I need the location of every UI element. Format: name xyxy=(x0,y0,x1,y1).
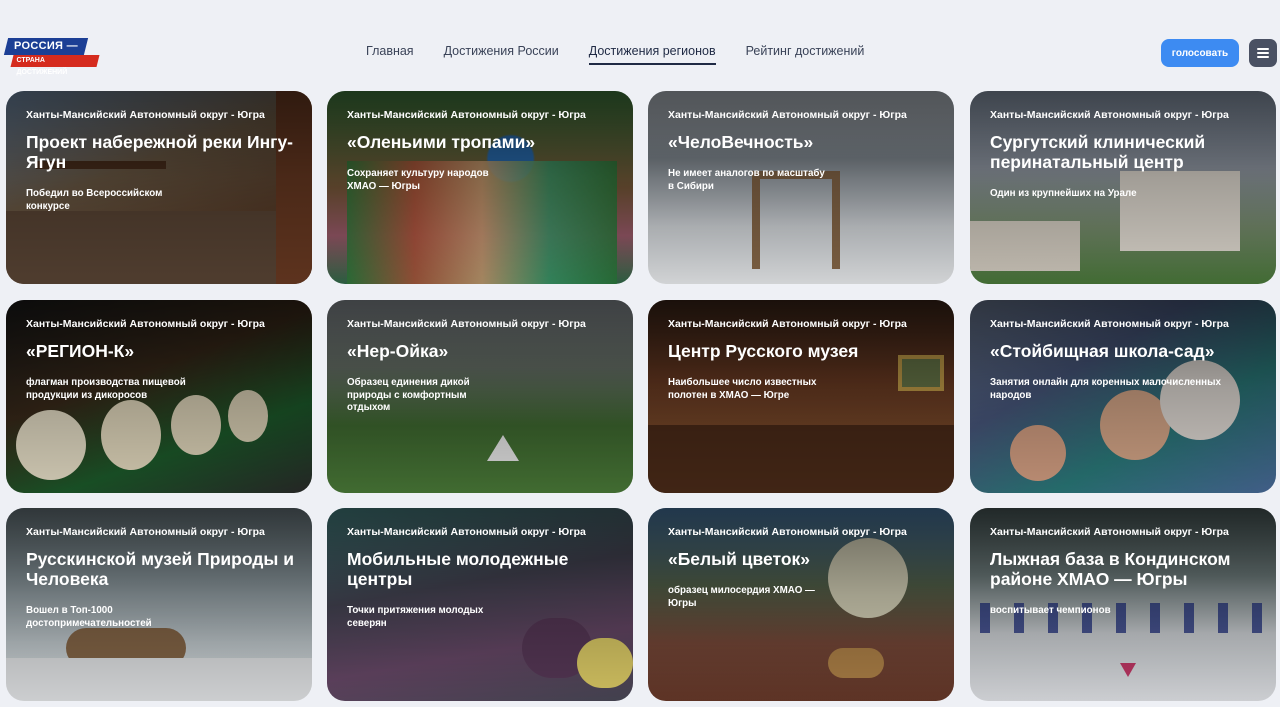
card-description: Точки притяжения молодых северян xyxy=(347,605,484,629)
card-title: «ЧелоВечность» xyxy=(668,132,814,152)
achievement-card[interactable]: Ханты-Мансийский Автономный округ - Югра… xyxy=(6,300,312,493)
card-title: Центр Русского музея xyxy=(668,341,859,361)
achievement-card[interactable]: Ханты-Мансийский Автономный округ - Югра… xyxy=(970,300,1276,493)
hamburger-menu-icon[interactable] xyxy=(1249,39,1277,67)
card-description: воспитывает чемпионов xyxy=(990,605,1111,616)
nav-item-home[interactable]: Главная xyxy=(366,44,414,65)
achievement-card[interactable]: Ханты-Мансийский Автономный округ - Югра… xyxy=(6,91,312,284)
achievement-card[interactable]: Ханты-Мансийский Автономный округ - Югра… xyxy=(648,508,954,701)
card-title: «Нер-Ойка» xyxy=(347,341,449,361)
achievement-card[interactable]: Ханты-Мансийский Автономный округ - Югра… xyxy=(327,300,633,493)
card-description: образец милосердия ХМАО — Югры xyxy=(668,585,815,609)
card-title: «Оленьими тропами» xyxy=(347,132,536,152)
header: РОССИЯ — СТРАНА ДОСТИЖЕНИЙ Главная Дости… xyxy=(0,0,1280,90)
card-region: Ханты-Мансийский Автономный округ - Югра xyxy=(347,318,586,330)
vote-button[interactable]: голосовать xyxy=(1161,39,1239,67)
card-title: «Белый цветок» xyxy=(668,549,811,569)
site-logo[interactable]: РОССИЯ — СТРАНА ДОСТИЖЕНИЙ xyxy=(3,38,100,76)
card-title: Сургутский клинический перинатальный цен… xyxy=(990,132,1206,172)
card-region: Ханты-Мансийский Автономный округ - Югра xyxy=(990,109,1229,121)
card-title: Мобильные молодежные центры xyxy=(347,549,569,589)
main-nav: Главная Достижения России Достижения рег… xyxy=(366,44,864,65)
card-title: «РЕГИОН-К» xyxy=(26,341,135,361)
card-region: Ханты-Мансийский Автономный округ - Югра xyxy=(347,109,586,121)
card-region: Ханты-Мансийский Автономный округ - Югра xyxy=(26,109,265,121)
card-region: Ханты-Мансийский Автономный округ - Югра xyxy=(26,318,265,330)
card-description: Занятия онлайн для коренных малочисленны… xyxy=(990,377,1221,401)
nav-item-russia-achievements[interactable]: Достижения России xyxy=(444,44,559,65)
card-description: Не имеет аналогов по масштабу в Сибири xyxy=(668,168,825,192)
card-region: Ханты-Мансийский Автономный округ - Югра xyxy=(668,526,907,538)
card-description: Сохраняет культуру народов ХМАО — Югры xyxy=(347,168,489,192)
card-region: Ханты-Мансийский Автономный округ - Югра xyxy=(668,318,907,330)
card-title: Лыжная база в Кондинском районе ХМАО — Ю… xyxy=(990,549,1231,589)
achievement-card[interactable]: Ханты-Мансийский Автономный округ - Югра… xyxy=(327,91,633,284)
achievement-card[interactable]: Ханты-Мансийский Автономный округ - Югра… xyxy=(648,91,954,284)
logo-top-text: РОССИЯ — xyxy=(14,40,78,52)
card-region: Ханты-Мансийский Автономный округ - Югра xyxy=(26,526,265,538)
card-region: Ханты-Мансийский Автономный округ - Югра xyxy=(990,318,1229,330)
nav-item-region-achievements[interactable]: Достижения регионов xyxy=(588,44,716,65)
card-title: Проект набережной реки Ингу-Ягун xyxy=(26,132,294,172)
card-description: Один из крупнейших на Урале xyxy=(990,188,1137,199)
achievement-card[interactable]: Ханты-Мансийский Автономный округ - Югра… xyxy=(648,300,954,493)
card-region: Ханты-Мансийский Автономный округ - Югра xyxy=(347,526,586,538)
card-region: Ханты-Мансийский Автономный округ - Югра xyxy=(990,526,1229,538)
achievement-card[interactable]: Ханты-Мансийский Автономный округ - Югра… xyxy=(970,91,1276,284)
card-title: «Стойбищная школа-сад» xyxy=(990,341,1215,361)
card-title: Русскинской музей Природы и Человека xyxy=(26,549,294,589)
nav-item-rating[interactable]: Рейтинг достижений xyxy=(746,44,865,65)
achievement-card[interactable]: Ханты-Мансийский Автономный округ - Югра… xyxy=(6,508,312,701)
card-description: флагман производства пищевой продукции и… xyxy=(26,377,186,401)
card-description: Образец единения дикой природы с комфорт… xyxy=(347,377,470,413)
achievement-card[interactable]: Ханты-Мансийский Автономный округ - Югра… xyxy=(970,508,1276,701)
card-region: Ханты-Мансийский Автономный округ - Югра xyxy=(668,109,907,121)
achievement-card[interactable]: Ханты-Мансийский Автономный округ - Югра… xyxy=(327,508,633,701)
logo-bottom-text: СТРАНА ДОСТИЖЕНИЙ xyxy=(16,57,68,76)
card-description: Вошел в Топ-1000 достопримечательностей xyxy=(26,605,152,629)
card-description: Наибольшее число известных полотен в ХМА… xyxy=(668,377,817,401)
card-description: Победил во Всероссийском конкурсе xyxy=(26,188,163,212)
